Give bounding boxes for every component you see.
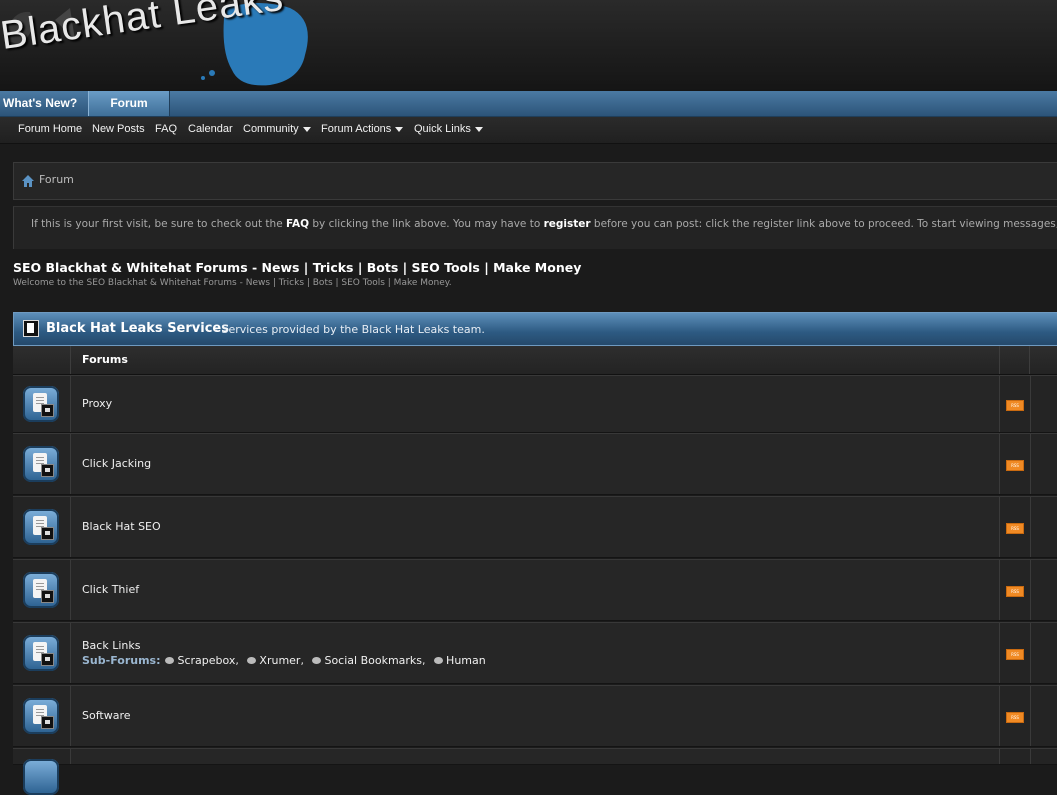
- notice-text-2: by clicking the link above. You may have…: [309, 218, 544, 230]
- speech-bubble-icon: [247, 657, 257, 664]
- category-header: Black Hat Leaks Services - Services prov…: [13, 312, 1057, 346]
- subforums-label: Sub-Forums:: [82, 654, 161, 667]
- page-title: SEO Blackhat & Whitehat Forums - News | …: [13, 260, 582, 275]
- forum-link-proxy[interactable]: Proxy: [82, 397, 112, 410]
- nav-forum-actions-label: Forum Actions: [321, 123, 392, 135]
- top-nav: What's New? Forum: [0, 91, 1057, 117]
- rss-icon[interactable]: RSS: [1006, 712, 1024, 723]
- forum-status-icon: [23, 572, 59, 608]
- forum-status-icon: [23, 698, 59, 734]
- subforum-link-scrapebox[interactable]: Scrapebox: [177, 654, 235, 667]
- forum-link-click-jacking[interactable]: Click Jacking: [82, 457, 151, 470]
- forum-status-icon: [23, 386, 59, 422]
- speech-bubble-icon: [312, 657, 322, 664]
- breadcrumb: Forum: [13, 162, 1057, 200]
- tab-whats-new[interactable]: What's New?: [0, 91, 89, 116]
- nav-community[interactable]: Community: [243, 123, 311, 135]
- rss-icon[interactable]: RSS: [1006, 586, 1024, 597]
- register-link[interactable]: register: [544, 218, 591, 230]
- table-header: Forums: [13, 346, 1057, 375]
- notice-text-1: If this is your first visit, be sure to …: [31, 218, 286, 230]
- subforum-link-human[interactable]: Human: [446, 654, 486, 667]
- forum-row-black-hat-seo: Black Hat SEO RSS: [13, 496, 1057, 558]
- forum-link-back-links[interactable]: Back Links: [82, 639, 140, 652]
- rss-icon[interactable]: RSS: [1006, 460, 1024, 471]
- category-name[interactable]: Black Hat Leaks Services: [46, 321, 229, 336]
- forum-row-click-thief: Click Thief RSS: [13, 559, 1057, 621]
- forum-row-proxy: Proxy RSS: [13, 375, 1057, 433]
- welcome-notice: If this is your first visit, be sure to …: [13, 206, 1057, 249]
- subforums-list: Sub-Forums: Scrapebox, Xrumer, Social Boo…: [82, 654, 486, 667]
- forum-row-click-jacking: Click Jacking RSS: [13, 433, 1057, 495]
- nav-faq[interactable]: FAQ: [155, 123, 177, 135]
- speech-bubble-icon: [434, 657, 444, 664]
- chevron-down-icon: [474, 126, 483, 132]
- forum-status-icon: [23, 635, 59, 671]
- nav-new-posts[interactable]: New Posts: [92, 123, 145, 135]
- rss-icon[interactable]: RSS: [1006, 400, 1024, 411]
- rss-icon[interactable]: RSS: [1006, 523, 1024, 534]
- page-description: Welcome to the SEO Blackhat & Whitehat F…: [13, 278, 452, 288]
- forums-column-header: Forums: [82, 353, 128, 366]
- notice-text-3: before you can post: click the register …: [593, 218, 1057, 230]
- forum-link-software[interactable]: Software: [82, 709, 131, 722]
- nav-quick-links[interactable]: Quick Links: [414, 123, 483, 135]
- tab-forum[interactable]: Forum: [88, 91, 170, 116]
- forum-row-partial: [13, 748, 1057, 795]
- forum-status-icon: [23, 759, 59, 795]
- forum-row-software: Software RSS: [13, 685, 1057, 747]
- rss-icon[interactable]: RSS: [1006, 649, 1024, 660]
- breadcrumb-forum[interactable]: Forum: [39, 173, 74, 186]
- nav-quick-links-label: Quick Links: [414, 123, 471, 135]
- speech-bubble-icon: [165, 657, 175, 664]
- forum-status-icon: [23, 509, 59, 545]
- forum-link-black-hat-seo[interactable]: Black Hat SEO: [82, 520, 161, 533]
- nav-calendar[interactable]: Calendar: [188, 123, 233, 135]
- subforum-link-xrumer[interactable]: Xrumer: [259, 654, 300, 667]
- site-logo[interactable]: Blackhat Leaks: [0, 0, 320, 91]
- site-header: Blackhat Leaks: [0, 0, 1057, 91]
- document-icon[interactable]: [23, 320, 39, 337]
- forum-link-click-thief[interactable]: Click Thief: [82, 583, 139, 596]
- chevron-down-icon: [302, 126, 311, 132]
- faq-link[interactable]: FAQ: [286, 218, 309, 230]
- forum-row-back-links: Back Links Sub-Forums: Scrapebox, Xrumer,…: [13, 622, 1057, 684]
- nav-forum-home[interactable]: Forum Home: [18, 123, 82, 135]
- forum-status-icon: [23, 446, 59, 482]
- subforum-link-social-bookmarks[interactable]: Social Bookmarks: [324, 654, 422, 667]
- nav-forum-actions[interactable]: Forum Actions: [321, 123, 404, 135]
- category-description: - Services provided by the Black Hat Lea…: [214, 323, 485, 336]
- home-icon[interactable]: [21, 174, 35, 188]
- sub-nav: Forum Home New Posts FAQ Calendar Commun…: [0, 117, 1057, 144]
- nav-community-label: Community: [243, 123, 299, 135]
- chevron-down-icon: [395, 126, 404, 132]
